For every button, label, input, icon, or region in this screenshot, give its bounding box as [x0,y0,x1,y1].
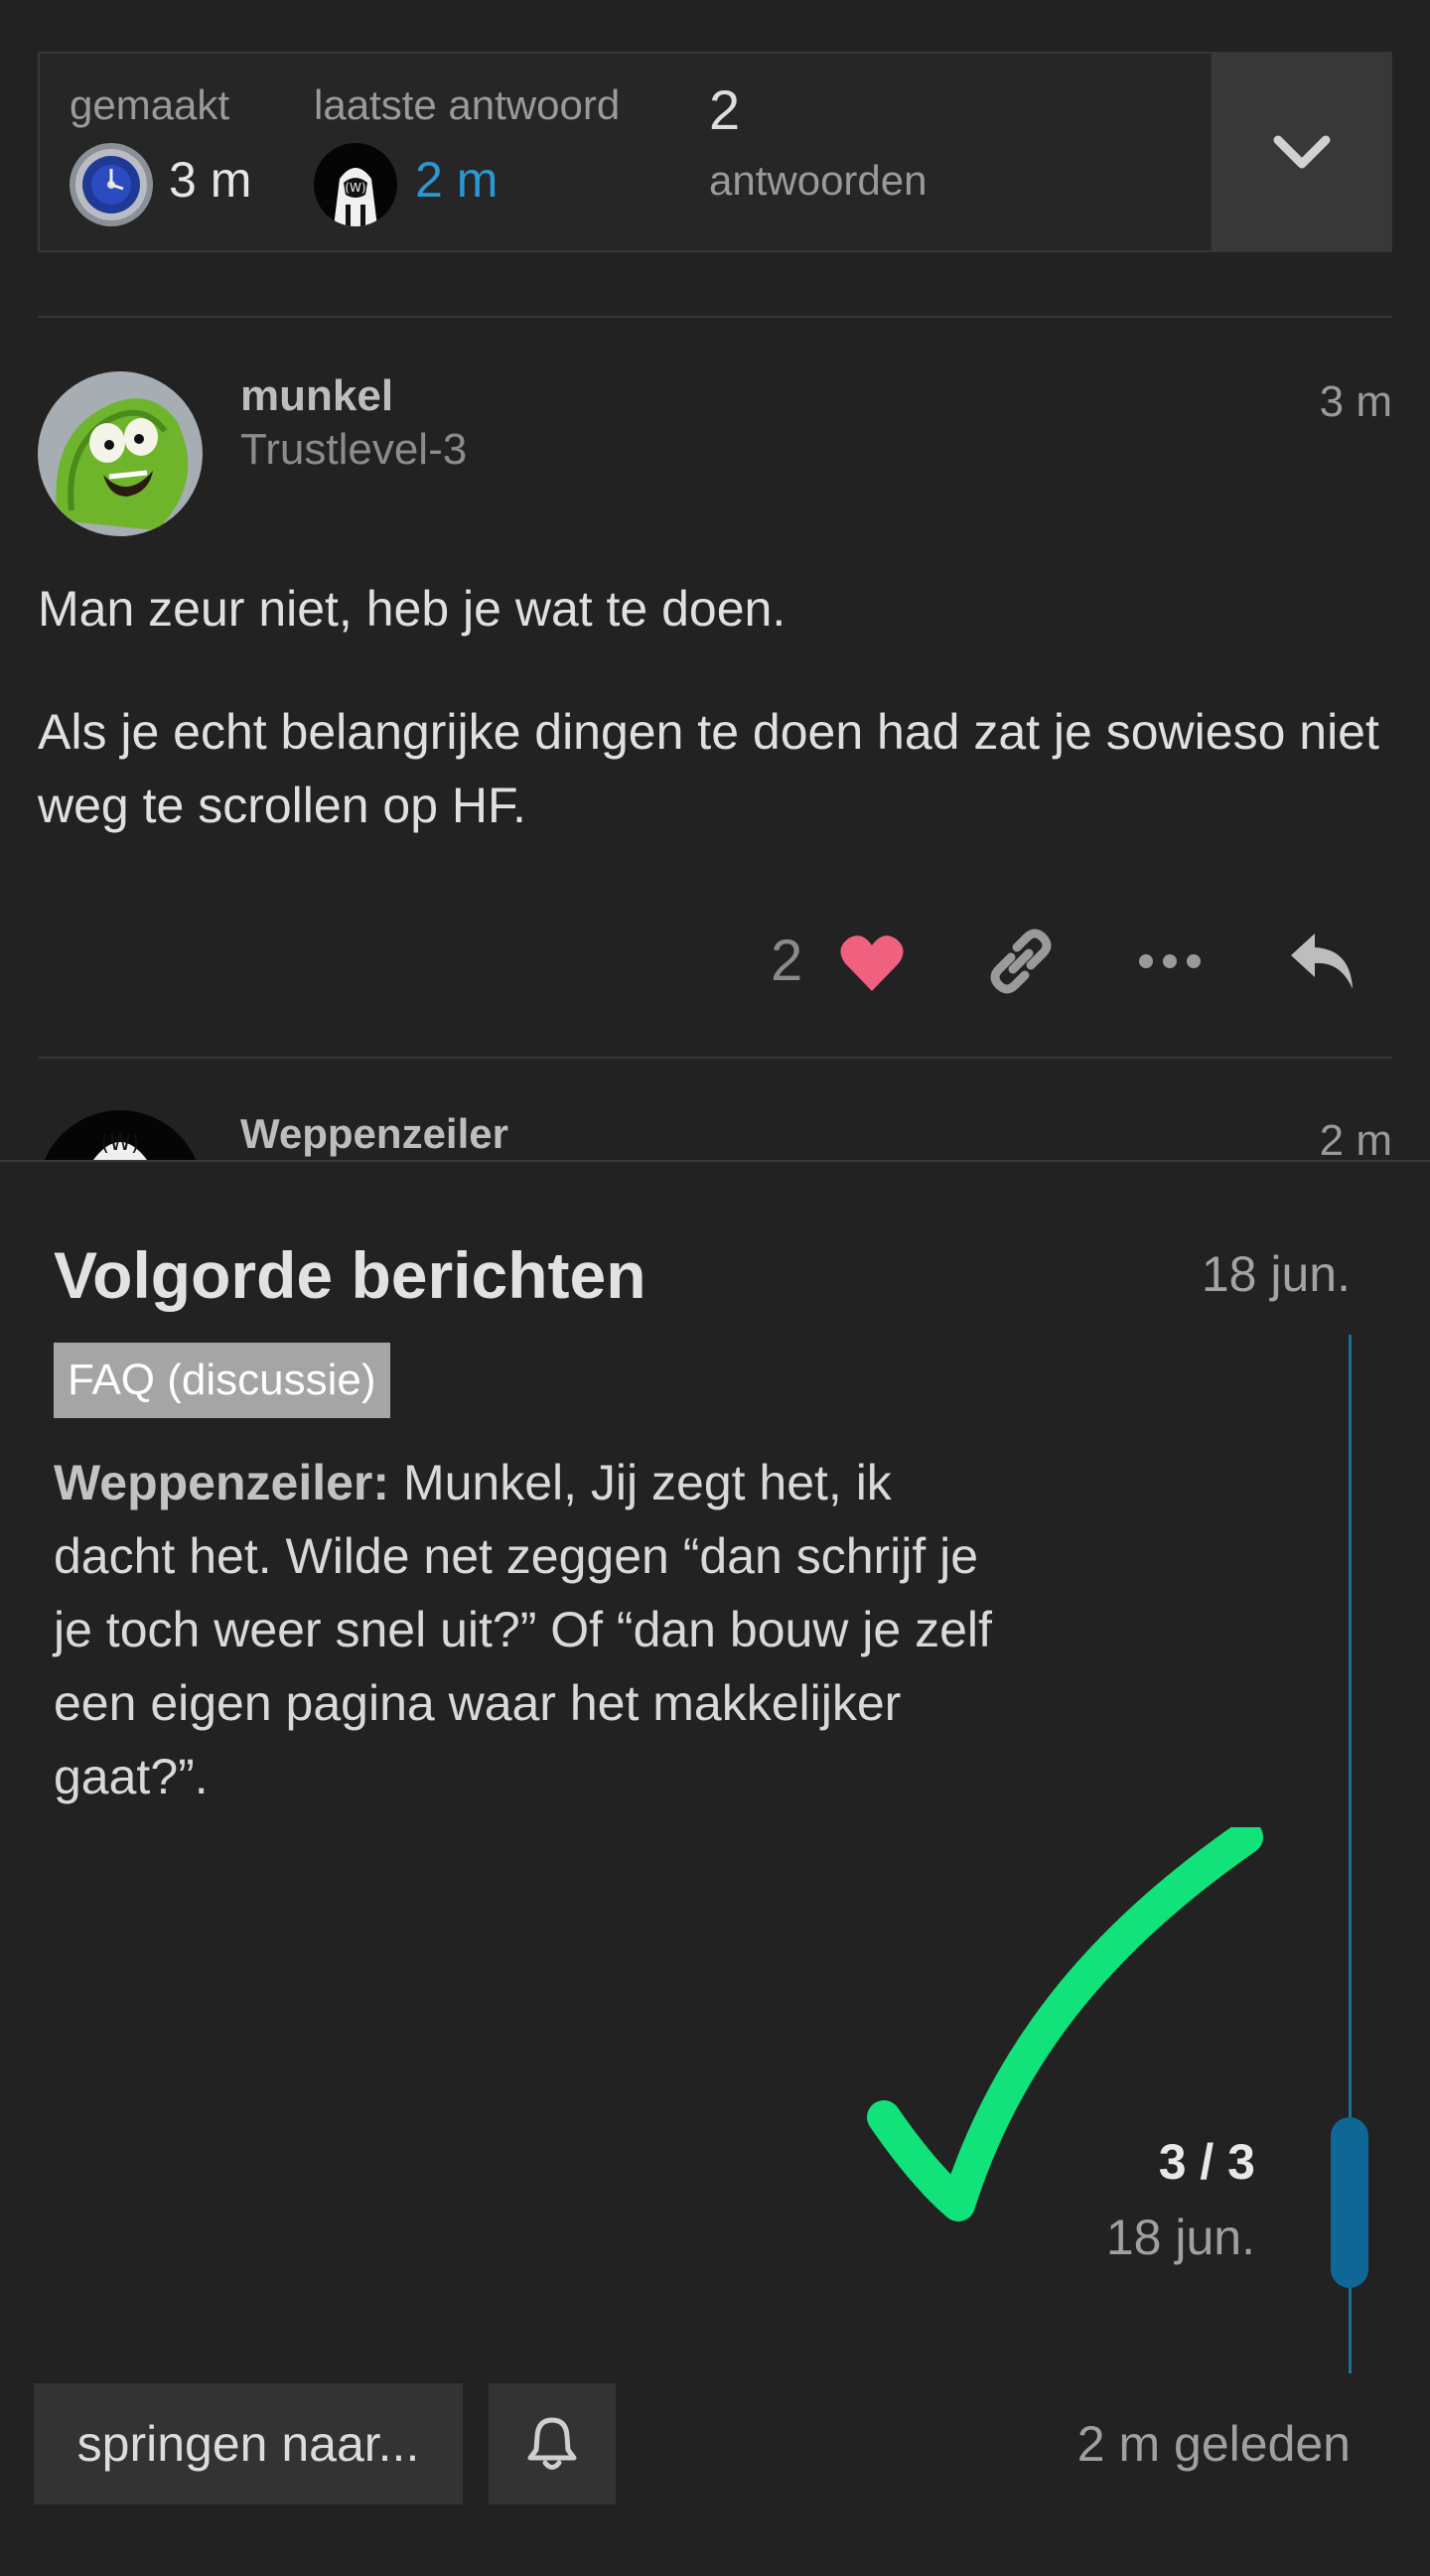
created-time: 3 m [169,152,252,208]
timeline-handle[interactable] [1331,2117,1368,2288]
more-actions-button[interactable] [1130,920,1210,1003]
divider [38,1057,1392,1059]
topic-timeline-panel: Volgorde berichten 18 jun. FAQ (discussi… [0,1160,1430,2576]
post-avatar-munkel[interactable] [38,371,203,536]
topic-map: gemaakt 3 m laatste antwoord (W) 2 m 2 a… [38,52,1392,252]
like-button[interactable] [832,924,912,1003]
topic-map-expand-button[interactable] [1212,54,1390,250]
post-body: Man zeur niet, heb je wat te doen. Als j… [38,572,1392,842]
chevron-down-icon [1273,135,1331,169]
jump-to-button[interactable]: springen naar... [34,2383,463,2504]
last-replier-avatar[interactable]: (W) [314,143,397,226]
ellipsis-icon [1139,954,1201,968]
svg-text:(W): (W) [101,1131,140,1156]
post-avatar-weppenzeiler[interactable]: (W) [38,1110,203,1160]
topic-title[interactable]: Volgorde berichten [54,1237,646,1313]
post-username[interactable]: munkel [240,371,393,421]
post-date[interactable]: 2 m [1320,1116,1392,1166]
link-icon [990,929,1052,994]
post-excerpt: Weppenzeiler: Munkel, Jij zegt het, ik d… [54,1446,1007,1813]
timeline-start-date[interactable]: 18 jun. [1202,1245,1351,1303]
checkmark-icon [867,1827,1263,2221]
divider [38,316,1392,318]
notifications-button[interactable] [489,2383,616,2504]
reply-button[interactable] [1281,920,1364,1003]
copy-link-button[interactable] [981,920,1061,1003]
post-paragraph: Als je echt belangrijke dingen te doen h… [38,704,1379,833]
post-username[interactable]: Weppenzeiler [240,1110,508,1158]
like-count[interactable]: 2 [771,928,802,994]
heart-icon [840,935,904,991]
post-user-title: Trustlevel-3 [240,425,468,474]
bell-icon [527,2417,577,2470]
replies-count: 2 [709,78,741,141]
post-date[interactable]: 3 m [1320,377,1392,427]
created-label: gemaakt [70,81,230,128]
replies-label: antwoorden [709,157,928,204]
last-activity: 2 m geleden [1076,2416,1351,2472]
creator-avatar[interactable] [70,143,153,226]
last-reply-label: laatste antwoord [314,81,621,128]
category-badge[interactable]: FAQ (discussie) [54,1343,390,1418]
last-reply-time[interactable]: 2 m [415,151,498,209]
post-paragraph: Man zeur niet, heb je wat te doen. [38,581,786,637]
reply-icon [1291,933,1353,989]
svg-text:(W): (W) [345,181,365,195]
excerpt-author: Weppenzeiler: [54,1455,390,1510]
